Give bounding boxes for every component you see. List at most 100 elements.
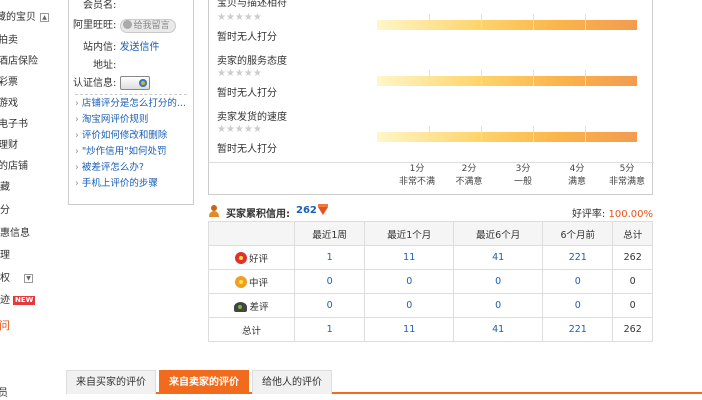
member-name-label: 会员名: (83, 0, 117, 11)
yellow-flower-icon (234, 275, 247, 288)
sidebar-item-lottery[interactable]: 彩票 (0, 75, 18, 91)
help-link[interactable]: 店铺评分是怎么打分的... (75, 96, 186, 112)
table-cell-link[interactable]: 11 (364, 317, 455, 342)
tab-given-to-others[interactable]: 给他人的评价 (252, 370, 332, 394)
scale-label: 5分 非常满意 (599, 163, 655, 189)
help-link[interactable]: 淘宝网评价规则 (75, 112, 186, 128)
sidebar-item-label: 维权 (0, 273, 10, 284)
row-label: 好评 (208, 245, 295, 270)
table-cell-link[interactable]: 0 (293, 269, 366, 294)
table-cell-link[interactable]: 1 (293, 317, 366, 342)
star-rating-icon: ★★★★★ (217, 68, 262, 79)
table-cell: 262 (612, 317, 653, 342)
help-links-list: 店铺评分是怎么打分的... 淘宝网评价规则 评价如何修改和删除 "炒作信用"如何… (75, 96, 186, 192)
table-row: 好评 1 11 41 221 262 (208, 245, 653, 270)
sidebar-item-footprint[interactable]: 足迹NEW (0, 293, 36, 309)
table-cell-link[interactable]: 221 (542, 317, 614, 342)
table-header: 总计 (612, 221, 653, 246)
help-link[interactable]: "炒作信用"如何处罚 (75, 144, 186, 160)
praise-rate: 好评率: 100.00% (572, 205, 653, 220)
shop-rating-panel: 宝贝与描述相符 ★★★★★ 暂时无人打分 卖家的服务态度 ★★★★★ 暂时无人打… (208, 0, 655, 195)
certification-badge-icon[interactable] (119, 76, 150, 90)
sidebar-item-collect[interactable]: 收藏 (0, 180, 10, 196)
table-cell-link[interactable]: 0 (453, 269, 544, 294)
send-message-link[interactable]: 发送信件 (120, 42, 160, 53)
feedback-stats-table: 最近1周 最近1个月 最近6个月 6个月前 总计 好评 1 11 41 221 … (208, 221, 653, 342)
table-cell-link[interactable]: 41 (453, 245, 544, 270)
dsr-score-bar (377, 126, 637, 142)
certification-label: 认证信息: (73, 78, 117, 89)
sidebar-item-manage[interactable]: 管理 (0, 248, 10, 264)
member-name-row: 会员名: (83, 0, 116, 11)
table-cell-link[interactable]: 0 (542, 293, 614, 318)
address-row: 地址: (93, 56, 116, 71)
table-cell-link[interactable]: 0 (542, 269, 614, 294)
sidebar-item-offers[interactable]: 优惠信息 (0, 226, 30, 242)
tab-from-sellers[interactable]: 来自卖家的评价 (159, 370, 249, 394)
table-cell-link[interactable]: 0 (364, 293, 455, 318)
scale-desc: 非常不满 (398, 177, 435, 187)
station-message-row: 站内信: 发送信件 (83, 38, 160, 53)
table-cell-link[interactable]: 11 (364, 245, 455, 270)
diamond-level-icon (318, 204, 328, 215)
row-label-text: 好评 (248, 253, 268, 265)
dsr-status: 暂时无人打分 (217, 144, 277, 155)
help-link[interactable]: 评价如何修改和删除 (75, 128, 186, 144)
table-row: 差评 0 0 0 0 0 (208, 293, 653, 318)
sidebar-item-favorites[interactable]: 收藏的宝贝 ▲ (0, 10, 49, 26)
table-cell-link[interactable]: 221 (542, 245, 614, 270)
expand-caret-icon[interactable]: ▼ (24, 273, 33, 283)
table-cell-link[interactable]: 41 (453, 317, 544, 342)
table-header: 最近1周 (293, 221, 366, 246)
table-header: 最近1个月 (364, 221, 455, 246)
praise-rate-value: 100.00% (608, 209, 654, 220)
card-divider (75, 94, 187, 95)
sidebar-item-finance[interactable]: 理财 (0, 138, 18, 154)
scale-label: 4分 满意 (549, 163, 605, 189)
row-label: 总计 (208, 317, 295, 342)
table-cell-link[interactable]: 0 (364, 269, 455, 294)
table-row-total: 总计 1 11 41 221 262 (208, 317, 653, 342)
scale-label: 3分 一般 (495, 163, 551, 189)
sidebar-item-visit[interactable]: 访问 (0, 318, 10, 334)
address-label: 地址: (93, 60, 117, 71)
leave-message-button[interactable]: 给我留言 (119, 19, 176, 33)
sidebar-item-games[interactable]: 游戏 (0, 96, 18, 112)
help-link[interactable]: 被差评怎么办? (75, 160, 186, 176)
withered-flower-icon (234, 301, 248, 312)
dsr-score-bar (377, 14, 637, 30)
dsr-score-bar (377, 70, 637, 86)
scale-score: 3分 (515, 164, 531, 174)
buyer-credit-summary: 买家累积信用: 262 好评率: 100.00% (208, 204, 653, 220)
help-link[interactable]: 手机上评价的步骤 (75, 176, 186, 192)
table-cell-link[interactable]: 0 (293, 293, 366, 318)
row-label: 中评 (208, 269, 295, 294)
dsr-title: 卖家发货的速度 (217, 112, 287, 123)
buyer-icon (208, 205, 220, 218)
collapse-caret-icon[interactable]: ▲ (40, 12, 49, 22)
credit-score[interactable]: 262 (296, 205, 317, 216)
sidebar-item-my-shop[interactable]: 我的店铺 (0, 159, 28, 175)
table-cell-link[interactable]: 0 (453, 293, 544, 318)
table-cell-link[interactable]: 1 (293, 245, 366, 270)
station-message-label: 站内信: (83, 42, 117, 53)
tab-from-buyers[interactable]: 来自买家的评价 (66, 370, 156, 394)
sidebar-item-points[interactable]: 积分 (0, 203, 10, 219)
table-cell: 262 (612, 245, 653, 270)
star-rating-icon: ★★★★★ (217, 124, 262, 135)
row-label: 差评 (208, 293, 295, 318)
sidebar-item-rights[interactable]: 维权 ▼ (0, 271, 33, 287)
seller-info-card: 会员名: 阿里旺旺: 给我留言 站内信: 发送信件 地址: 认证信息: 店铺评分… (68, 0, 194, 205)
table-header: 6个月前 (542, 221, 614, 246)
sidebar-item-auction[interactable]: 拍卖 (0, 33, 18, 49)
red-flower-icon (234, 251, 247, 264)
table-header-row: 最近1周 最近1个月 最近6个月 6个月前 总计 (208, 221, 653, 246)
credit-label: 买家累积信用: (226, 209, 290, 220)
wangwang-label: 阿里旺旺: (73, 20, 117, 31)
sidebar-item-ebook[interactable]: 电子书 (0, 117, 28, 133)
dsr-title: 宝贝与描述相符 (217, 0, 287, 9)
table-header: 最近6个月 (453, 221, 544, 246)
sidebar-item-member[interactable]: 会员 (0, 386, 8, 400)
scale-label: 1分 非常不满 (389, 163, 445, 189)
sidebar-item-hotel-insurance[interactable]: 酒店保险 (0, 54, 38, 70)
